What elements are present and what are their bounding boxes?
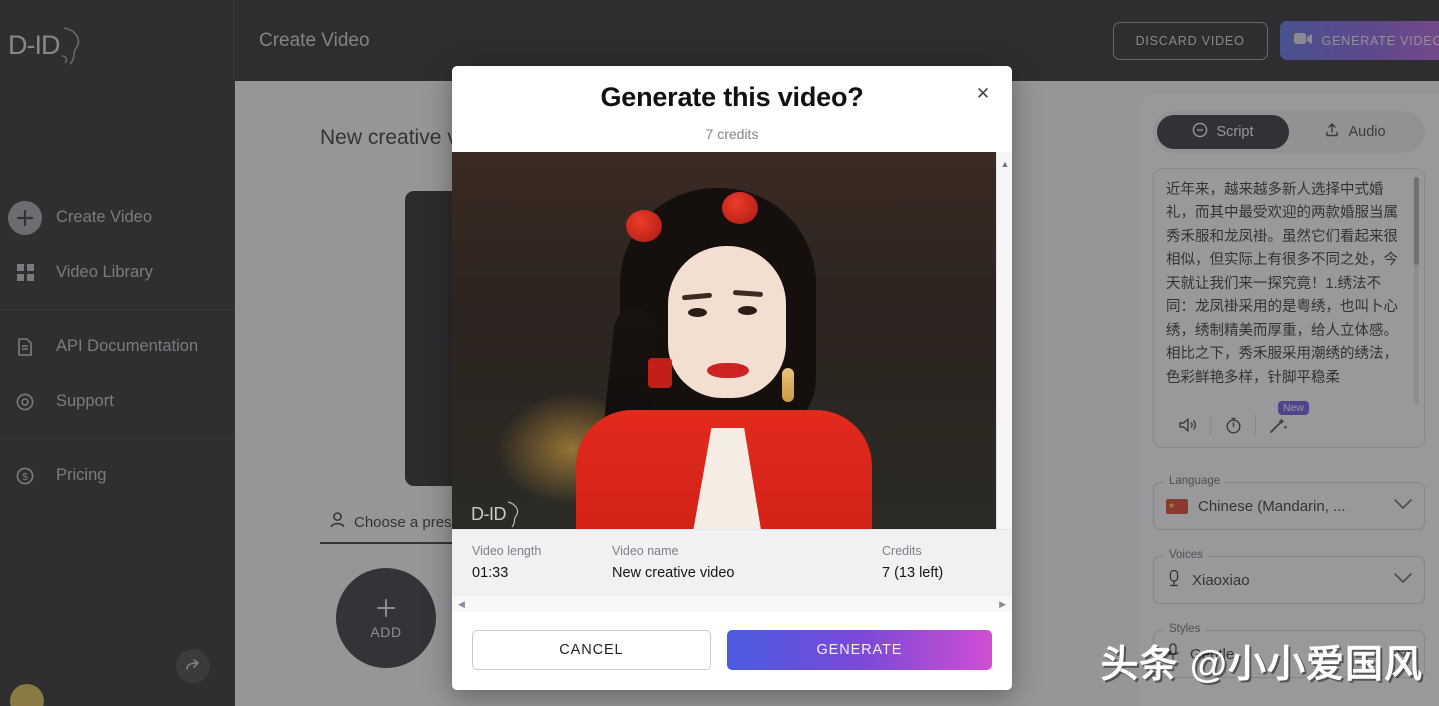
generate-video-modal: Generate this video? 7 credits ✕ D-ID ▲ … xyxy=(452,66,1012,690)
info-label: Credits xyxy=(882,544,922,559)
close-icon[interactable]: ✕ xyxy=(972,83,994,105)
hairpin xyxy=(722,192,758,224)
info-value: New creative video xyxy=(612,565,735,582)
generate-button[interactable]: GENERATE xyxy=(726,630,992,670)
info-label: Video length xyxy=(472,544,542,559)
svg-text:D-ID: D-ID xyxy=(471,504,506,524)
preview-image: D-ID xyxy=(452,152,997,530)
info-label: Video name xyxy=(612,544,679,559)
info-credits: Credits 7 (13 left) xyxy=(882,544,992,581)
eye-right xyxy=(738,306,757,315)
modal-header: Generate this video? 7 credits ✕ xyxy=(452,66,1012,152)
modal-horizontal-scrollbar[interactable]: ◀ ▶ xyxy=(452,595,1012,612)
preview-vertical-scrollbar[interactable]: ▲ ▼ xyxy=(996,152,1012,530)
earring-left xyxy=(648,358,672,388)
app-root: D-ID Create Video Video Library xyxy=(0,0,1439,706)
lips xyxy=(707,363,749,378)
info-video-name: Video name New creative video xyxy=(612,544,882,581)
video-info-bar: Video length 01:33 Video name New creati… xyxy=(452,529,1012,596)
info-video-length: Video length 01:33 xyxy=(472,544,612,581)
preview-subject xyxy=(570,188,872,530)
modal-title: Generate this video? xyxy=(600,82,864,112)
info-value: 7 (13 left) xyxy=(882,565,944,582)
eye-left xyxy=(688,308,707,317)
video-preview[interactable]: D-ID ▲ ▼ xyxy=(452,152,1012,530)
modal-actions: CANCEL GENERATE xyxy=(452,612,1012,690)
cancel-button[interactable]: CANCEL xyxy=(472,630,711,670)
info-value: 01:33 xyxy=(472,565,509,582)
scroll-left-icon[interactable]: ◀ xyxy=(458,599,465,610)
earring-right xyxy=(782,368,794,402)
modal-credits-subtitle: 7 credits xyxy=(705,126,759,142)
did-watermark: D-ID xyxy=(470,498,528,529)
hairpin xyxy=(626,210,662,242)
scroll-right-icon[interactable]: ▶ xyxy=(999,599,1006,610)
scroll-up-icon[interactable]: ▲ xyxy=(997,156,1012,172)
